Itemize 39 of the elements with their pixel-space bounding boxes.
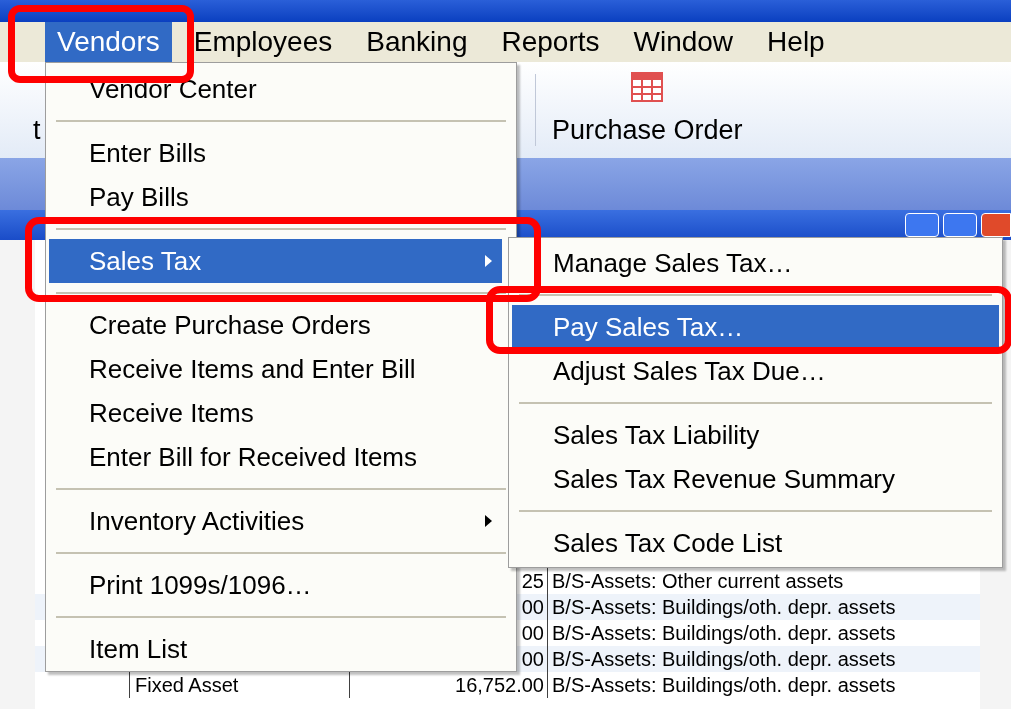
amount-cell: 00 <box>521 596 544 618</box>
menu-item[interactable]: Manage Sales Tax… <box>512 241 999 285</box>
menu-bar-item[interactable]: Vendors <box>45 22 172 62</box>
menu-item[interactable]: Item List <box>49 627 502 671</box>
menu-item[interactable]: Sales Tax Revenue Summary <box>512 457 999 501</box>
minimize-button[interactable] <box>905 213 939 237</box>
maximize-button[interactable] <box>943 213 977 237</box>
account-cell: B/S-Assets: Buildings/oth. depr. assets <box>552 674 896 696</box>
type-cell: Fixed Asset <box>135 674 239 696</box>
menu-item[interactable]: Inventory Activities <box>49 499 502 543</box>
menu-item[interactable]: Sales Tax Code List <box>512 521 999 565</box>
menu-bar-item[interactable]: Window <box>621 22 746 62</box>
submenu-arrow-icon <box>485 515 492 527</box>
amount-cell: 00 <box>521 648 544 670</box>
menu-item[interactable]: Create Purchase Orders <box>49 303 502 347</box>
menu-item[interactable]: Pay Bills <box>49 175 502 219</box>
toolbar-label: Purchase Order <box>552 113 743 147</box>
submenu-arrow-icon <box>485 255 492 267</box>
menu-bar-item[interactable]: Reports <box>489 22 612 62</box>
menu-item[interactable]: Enter Bills <box>49 131 502 175</box>
account-cell: B/S-Assets: Buildings/oth. depr. assets <box>552 622 896 644</box>
close-button[interactable] <box>981 213 1011 237</box>
menu-item[interactable]: Sales Tax <box>49 239 502 283</box>
menu-item[interactable]: Print 1099s/1096… <box>49 563 502 607</box>
menu-item[interactable]: Receive Items <box>49 391 502 435</box>
menu-bar-item[interactable]: Banking <box>354 22 480 62</box>
amount-cell: 00 <box>521 622 544 644</box>
amount-cell: 16,752.00 <box>455 674 544 696</box>
menu-bar-item[interactable]: Employees <box>181 22 345 62</box>
menu-bar-item[interactable]: Help <box>755 22 837 62</box>
account-cell: B/S-Assets: Other current assets <box>552 570 844 592</box>
form-icon <box>631 71 664 102</box>
menu-item[interactable]: Enter Bill for Received Items <box>49 435 502 479</box>
account-cell: B/S-Assets: Buildings/oth. depr. assets <box>552 596 896 618</box>
menu-item[interactable]: Sales Tax Liability <box>512 413 999 457</box>
account-cell: B/S-Assets: Buildings/oth. depr. assets <box>552 648 896 670</box>
amount-cell: 25 <box>521 570 544 592</box>
menu-item[interactable]: Receive Items and Enter Bill <box>49 347 502 391</box>
menu-item[interactable]: Pay Sales Tax… <box>512 305 999 349</box>
